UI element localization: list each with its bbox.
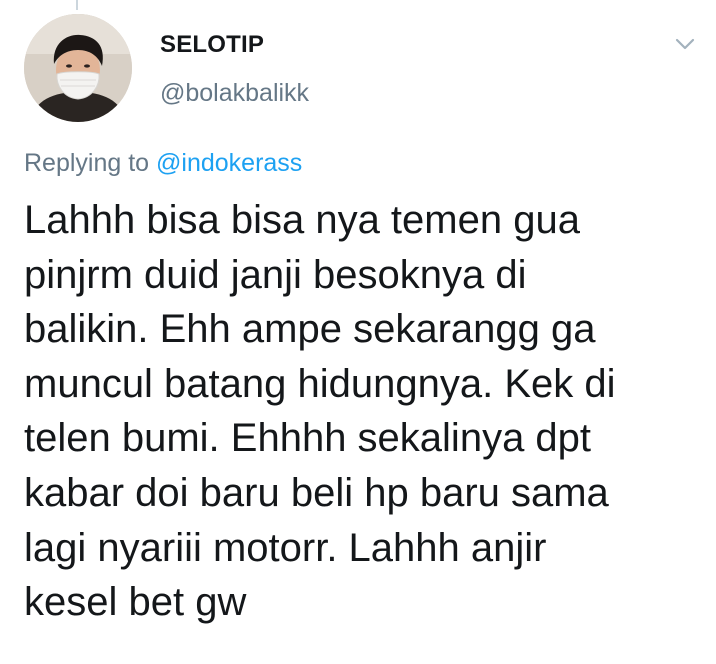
author-handle[interactable]: @bolakbalikk xyxy=(160,79,309,108)
author-display-name[interactable]: SELOTIP xyxy=(160,31,264,59)
chevron-down-icon[interactable] xyxy=(672,34,698,54)
replying-to-line: Replying to @indokerass xyxy=(24,149,302,178)
avatar-image xyxy=(24,14,132,122)
avatar[interactable] xyxy=(24,14,132,122)
reply-mention-link[interactable]: @indokerass xyxy=(156,149,302,177)
thread-connector-line xyxy=(76,0,78,10)
replying-to-label: Replying to xyxy=(24,149,150,177)
tweet-text: Lahhh bisa bisa nya temen gua pinjrm dui… xyxy=(24,198,616,625)
